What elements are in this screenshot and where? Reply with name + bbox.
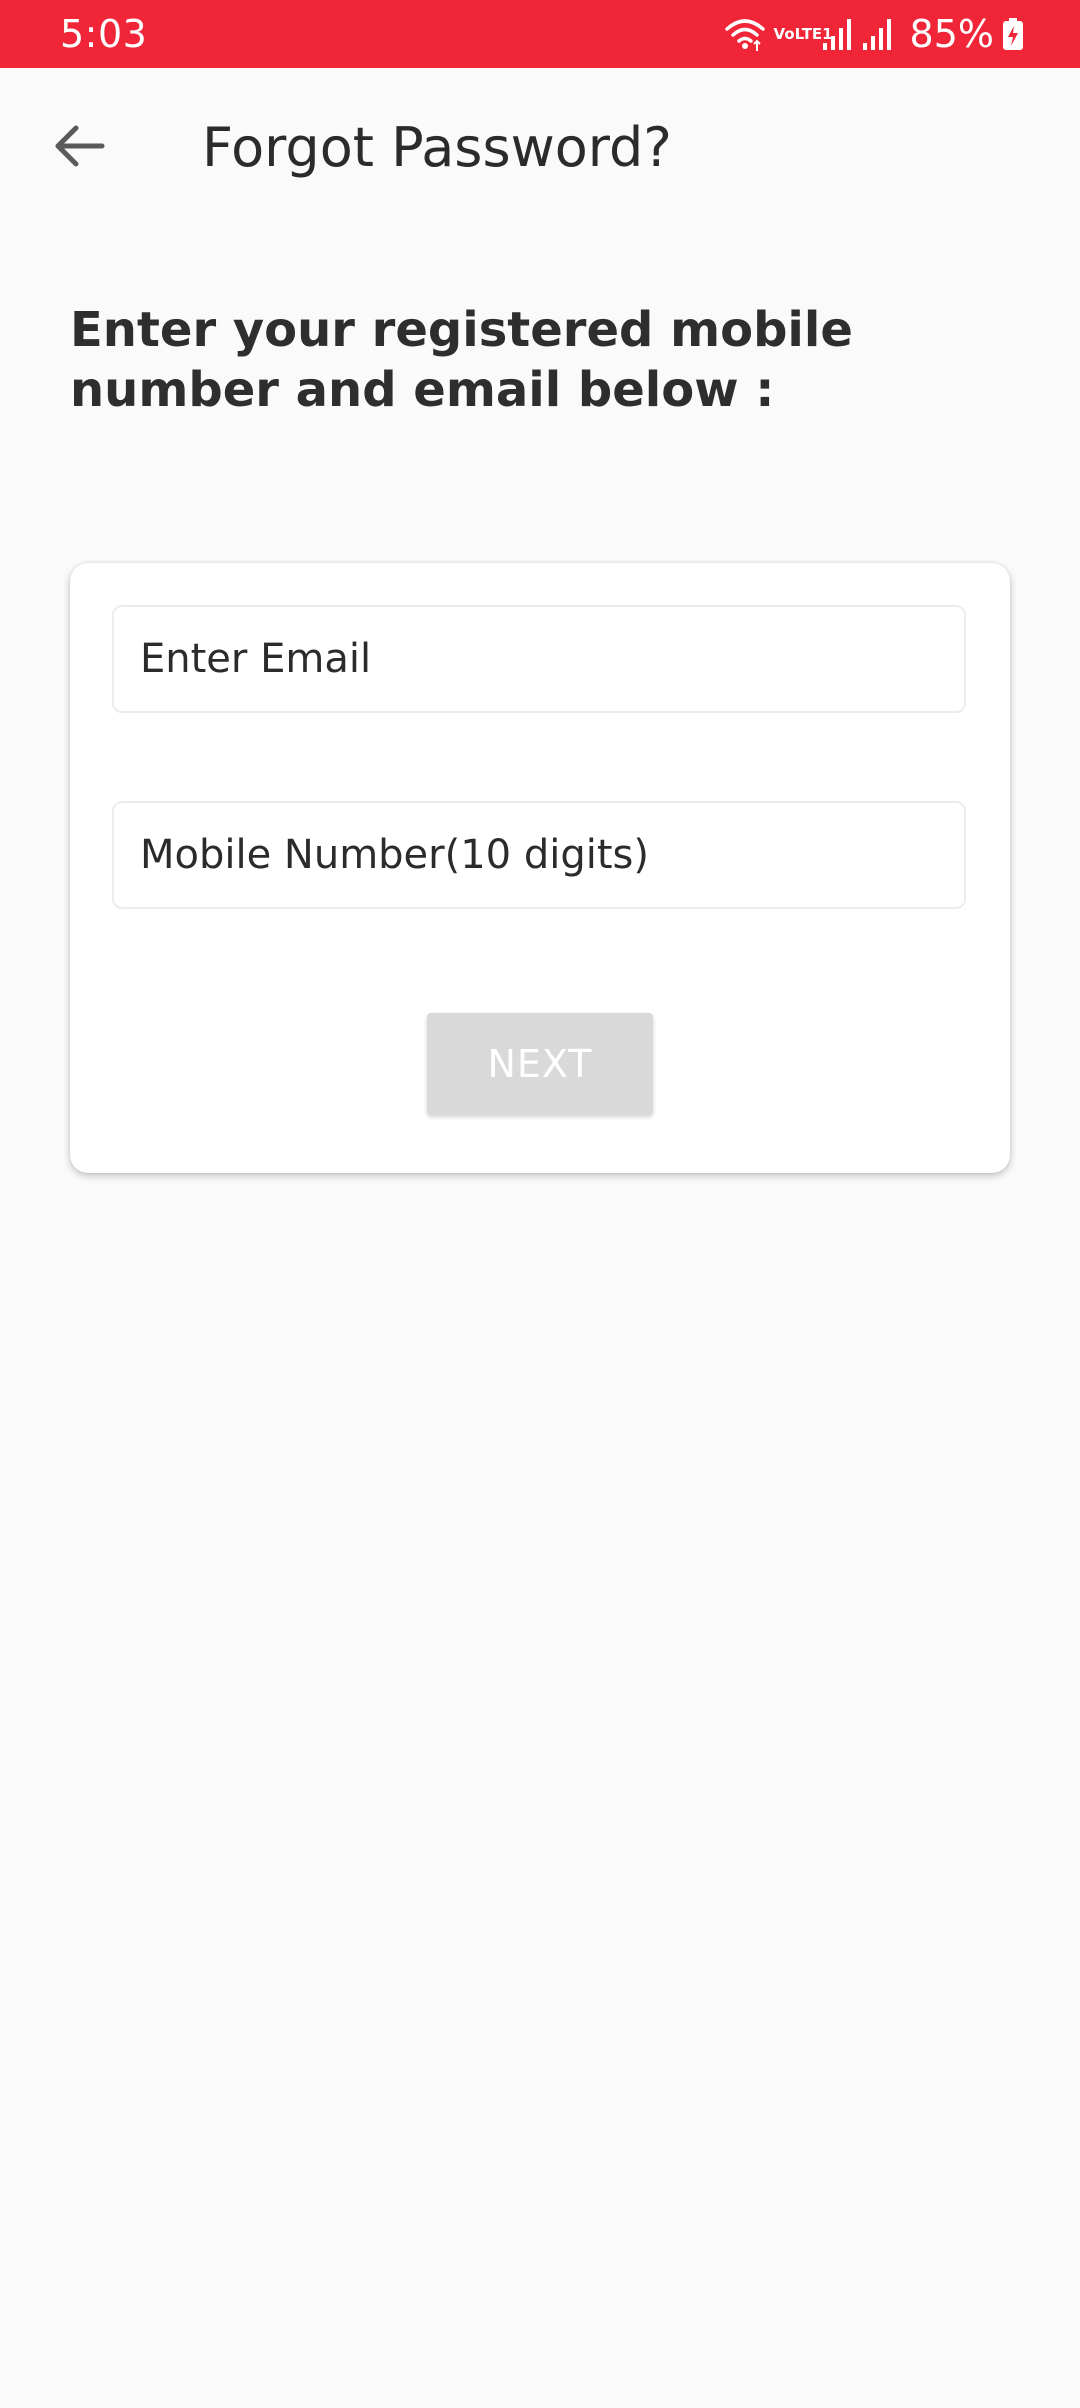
page-title: Forgot Password?: [202, 116, 672, 179]
next-button[interactable]: NEXT: [427, 1013, 653, 1115]
mobile-number-input[interactable]: [114, 803, 964, 907]
mobile-number-field[interactable]: [112, 801, 966, 909]
email-field[interactable]: [112, 605, 966, 713]
instruction-text: Enter your registered mobile number and …: [70, 302, 853, 418]
status-bar: 5:03 VoLTE1 85%: [0, 0, 1080, 68]
volte-icon: VoLTE1: [773, 25, 833, 43]
arrow-left-icon: [54, 124, 106, 172]
battery-percent: 85%: [909, 12, 994, 56]
signal-icon: [862, 17, 894, 51]
status-time: 5:03: [60, 12, 148, 56]
forgot-password-card: NEXT: [70, 563, 1010, 1173]
app-bar: Forgot Password?: [0, 68, 1080, 228]
wifi-icon: [724, 15, 766, 53]
battery-charging-icon: [1002, 17, 1024, 51]
email-input[interactable]: [114, 607, 964, 711]
status-icons: VoLTE1 85%: [724, 10, 1024, 58]
back-button[interactable]: [40, 108, 120, 188]
signal-icon: [822, 17, 854, 51]
